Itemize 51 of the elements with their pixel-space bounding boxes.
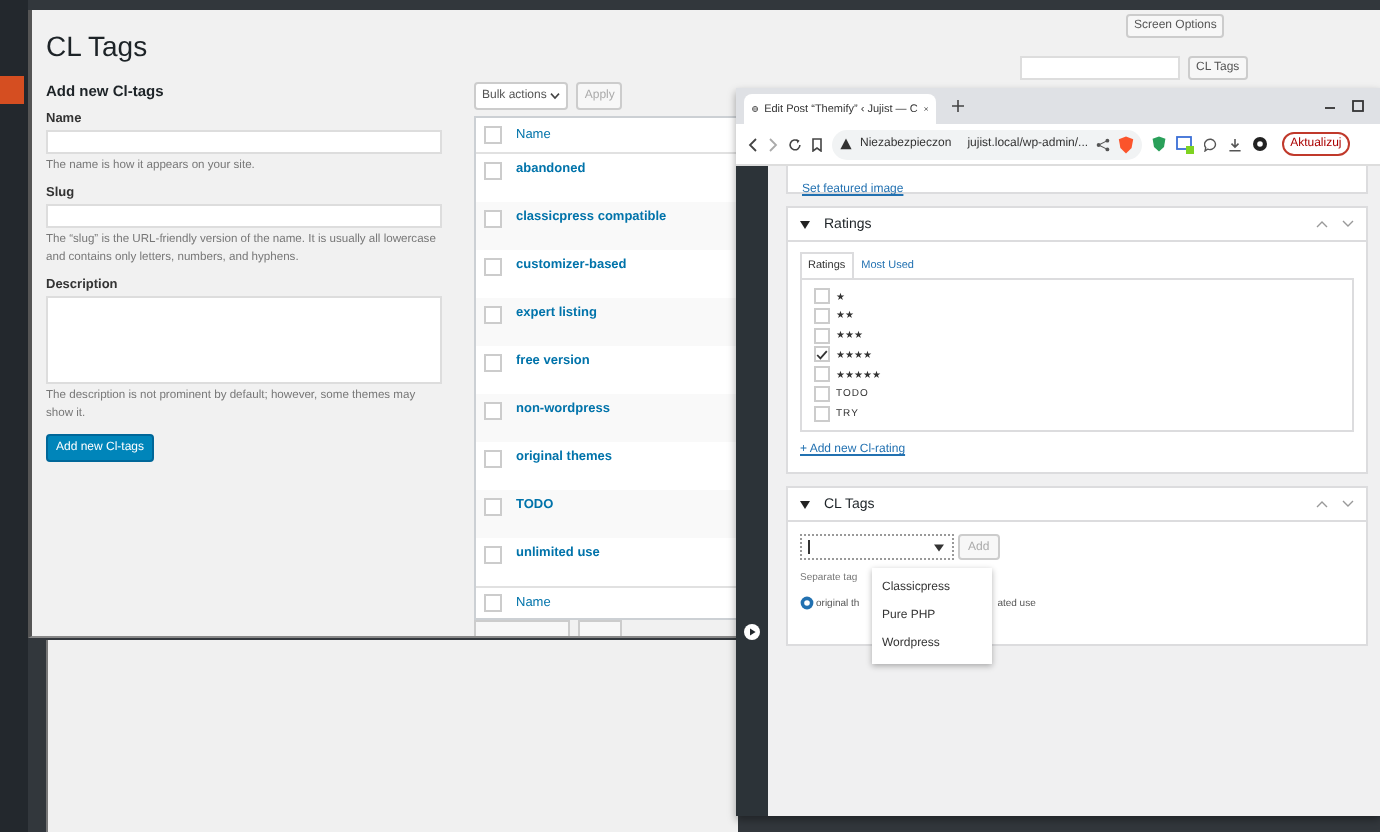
toggle-icon[interactable] <box>800 499 810 509</box>
apply-button[interactable] <box>578 620 622 636</box>
chat-icon[interactable] <box>1204 137 1219 151</box>
description-field[interactable] <box>46 296 442 384</box>
checkbox[interactable] <box>484 594 502 612</box>
maximize-icon[interactable] <box>1352 100 1364 112</box>
warning-icon[interactable] <box>840 138 852 150</box>
share-icon[interactable] <box>1096 137 1111 151</box>
checkbox[interactable] <box>484 126 502 144</box>
toggle-icon[interactable] <box>800 219 810 229</box>
checkbox[interactable] <box>484 258 502 276</box>
reload-icon[interactable] <box>788 137 802 151</box>
page-title: CL Tags <box>46 30 150 62</box>
chevron-down-icon[interactable] <box>1342 500 1354 508</box>
checkbox[interactable] <box>814 386 830 403</box>
input-field[interactable] <box>46 130 442 154</box>
bulk-actions-select[interactable] <box>474 620 570 636</box>
search-field[interactable] <box>1020 56 1180 80</box>
tag-select-field[interactable] <box>800 534 954 560</box>
checkbox[interactable] <box>814 327 830 344</box>
caret-icon <box>550 92 561 100</box>
extension-icon[interactable] <box>1252 136 1269 152</box>
checkbox[interactable] <box>814 288 830 305</box>
checkbox[interactable] <box>814 366 830 383</box>
checkbox[interactable] <box>484 450 502 468</box>
chevron-down-icon[interactable] <box>1342 220 1354 228</box>
input-field[interactable] <box>46 204 442 228</box>
download-icon[interactable] <box>1228 137 1243 151</box>
checkbox[interactable] <box>814 307 830 324</box>
new-tab-icon[interactable] <box>952 100 964 112</box>
checkbox[interactable] <box>814 346 830 363</box>
bookmark-icon[interactable] <box>812 137 822 151</box>
checkbox[interactable] <box>484 498 502 516</box>
globe-icon <box>752 102 759 116</box>
chevron-up-icon[interactable] <box>1316 500 1328 508</box>
play-icon[interactable] <box>744 624 760 640</box>
window-icon[interactable] <box>1176 135 1195 153</box>
back-icon[interactable] <box>748 137 758 151</box>
checkbox[interactable] <box>484 402 502 420</box>
remove-tag-icon[interactable] <box>800 596 814 610</box>
checkbox[interactable] <box>484 306 502 324</box>
checkbox[interactable] <box>484 162 502 180</box>
checkmark-icon <box>816 349 828 360</box>
shield-icon[interactable] <box>1152 136 1167 152</box>
checkbox[interactable] <box>484 546 502 564</box>
chevron-up-icon[interactable] <box>1316 220 1328 228</box>
checkbox[interactable] <box>484 354 502 372</box>
caret-down-icon <box>934 543 944 551</box>
checkbox[interactable] <box>814 405 830 422</box>
checkbox[interactable] <box>484 210 502 228</box>
forward-icon[interactable] <box>768 137 778 151</box>
